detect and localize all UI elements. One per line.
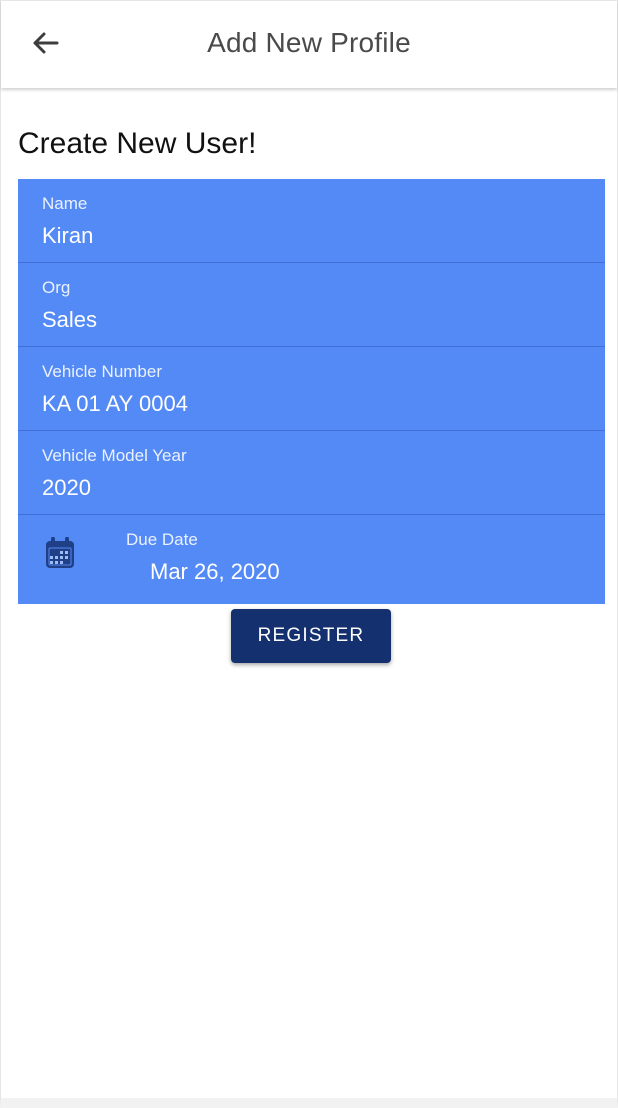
due-date-label: Due Date (126, 530, 198, 549)
register-button[interactable]: REGISTER (231, 609, 391, 663)
org-input[interactable] (42, 307, 582, 333)
due-date-value[interactable]: Mar 26, 2020 (150, 559, 280, 585)
name-field[interactable]: Name (18, 179, 605, 263)
vehicle-number-field[interactable]: Vehicle Number (18, 347, 605, 431)
page-title: Add New Profile (207, 27, 411, 58)
vehicle-model-year-field[interactable]: Vehicle Model Year (18, 431, 605, 515)
name-input[interactable] (42, 223, 582, 249)
form-heading: Create New User! (18, 127, 257, 160)
app-screen: Add New Profile Create New User! Name Or… (0, 0, 618, 1108)
profile-form: Name Org Vehicle Number Vehicle Model Ye… (18, 179, 605, 604)
vehicle-number-input[interactable] (42, 391, 582, 417)
calendar-icon[interactable] (42, 535, 78, 571)
vehicle-number-label: Vehicle Number (42, 362, 163, 381)
app-bar: Add New Profile (1, 0, 617, 88)
due-date-field[interactable]: Due Date Mar 26, 2020 (18, 515, 605, 604)
org-field[interactable]: Org (18, 263, 605, 347)
org-label: Org (42, 278, 71, 297)
name-label: Name (42, 194, 88, 213)
vehicle-model-year-label: Vehicle Model Year (42, 446, 187, 465)
vehicle-model-year-input[interactable] (42, 475, 582, 501)
